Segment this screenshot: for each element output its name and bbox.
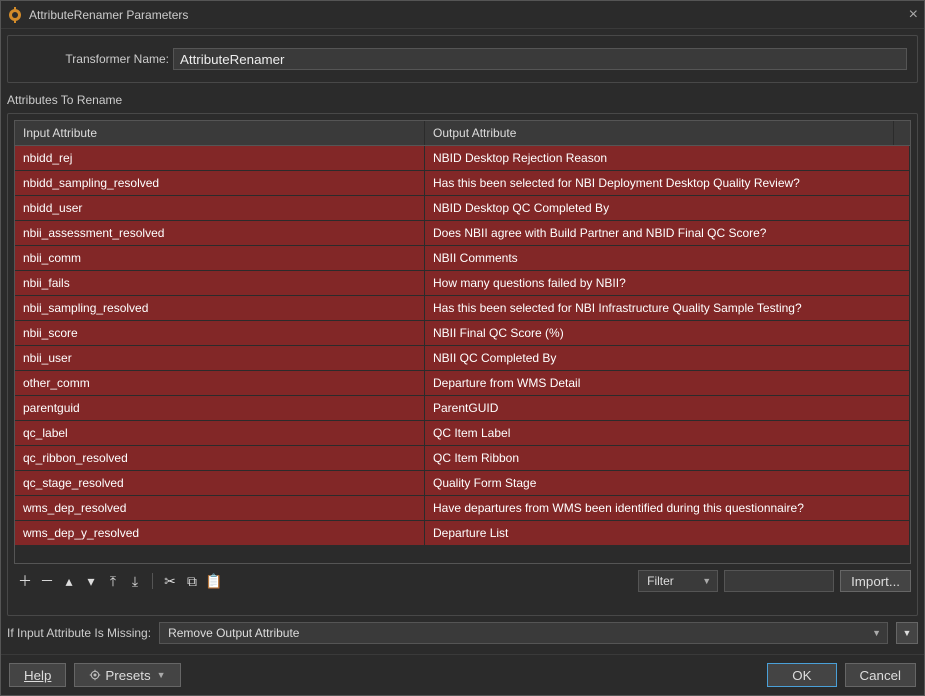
chevron-down-icon: ▼ xyxy=(157,670,166,680)
header-output-attribute[interactable]: Output Attribute xyxy=(425,121,894,145)
cell-output-attribute[interactable]: NBII QC Completed By xyxy=(425,346,910,370)
paste-button[interactable]: 📋 xyxy=(203,570,225,592)
move-bottom-button[interactable]: ⤓ xyxy=(124,570,146,592)
cut-button[interactable]: ✂ xyxy=(159,570,181,592)
table-row[interactable]: qc_ribbon_resolvedQC Item Ribbon xyxy=(15,446,910,471)
table-row[interactable]: nbii_failsHow many questions failed by N… xyxy=(15,271,910,296)
table-row[interactable]: nbii_assessment_resolvedDoes NBII agree … xyxy=(15,221,910,246)
cell-output-attribute[interactable]: Has this been selected for NBI Deploymen… xyxy=(425,171,910,195)
table-row[interactable]: nbii_userNBII QC Completed By xyxy=(15,346,910,371)
attributes-table-wrap: Input Attribute Output Attribute nbidd_r… xyxy=(7,113,918,616)
filter-dropdown[interactable]: Filter ▼ xyxy=(638,570,718,592)
table-row[interactable]: nbii_sampling_resolvedHas this been sele… xyxy=(15,296,910,321)
cell-input-attribute[interactable] xyxy=(15,546,425,556)
filter-label: Filter xyxy=(647,574,674,588)
cell-input-attribute[interactable]: nbii_score xyxy=(15,321,425,345)
transformer-name-input[interactable] xyxy=(173,48,907,70)
dialog-window: AttributeRenamer Parameters × Transforme… xyxy=(0,0,925,696)
table-row[interactable]: wms_dep_resolvedHave departures from WMS… xyxy=(15,496,910,521)
table-row[interactable]: qc_stage_resolvedQuality Form Stage xyxy=(15,471,910,496)
table-header: Input Attribute Output Attribute xyxy=(14,120,911,145)
ok-button[interactable]: OK xyxy=(767,663,836,687)
cell-output-attribute[interactable]: NBII Final QC Score (%) xyxy=(425,321,910,345)
missing-options-button[interactable]: ▼ xyxy=(896,622,918,644)
titlebar: AttributeRenamer Parameters × xyxy=(1,1,924,29)
help-button[interactable]: Help xyxy=(9,663,66,687)
cell-output-attribute[interactable]: Has this been selected for NBI Infrastru… xyxy=(425,296,910,320)
cell-output-attribute[interactable]: How many questions failed by NBII? xyxy=(425,271,910,295)
cell-input-attribute[interactable]: nbii_assessment_resolved xyxy=(15,221,425,245)
missing-attribute-row: If Input Attribute Is Missing: Remove Ou… xyxy=(7,616,918,654)
attributes-section-label: Attributes To Rename xyxy=(7,93,918,107)
cell-input-attribute[interactable]: nbii_comm xyxy=(15,246,425,270)
cell-output-attribute[interactable]: Departure List xyxy=(425,521,910,545)
cell-input-attribute[interactable]: wms_dep_resolved xyxy=(15,496,425,520)
cell-output-attribute[interactable]: QC Item Label xyxy=(425,421,910,445)
cell-output-attribute[interactable]: NBII Comments xyxy=(425,246,910,270)
cell-output-attribute[interactable]: Does NBII agree with Build Partner and N… xyxy=(425,221,910,245)
close-icon[interactable]: × xyxy=(894,7,918,23)
gear-icon xyxy=(89,669,101,681)
table-row-empty[interactable] xyxy=(15,546,910,557)
app-icon xyxy=(7,7,23,23)
cell-output-attribute[interactable]: NBID Desktop Rejection Reason xyxy=(425,146,910,170)
cell-output-attribute[interactable]: Quality Form Stage xyxy=(425,471,910,495)
table-row[interactable]: nbii_scoreNBII Final QC Score (%) xyxy=(15,321,910,346)
cell-output-attribute[interactable]: QC Item Ribbon xyxy=(425,446,910,470)
dialog-footer: Help Presets ▼ OK Cancel xyxy=(1,654,924,695)
table-row[interactable]: nbidd_rejNBID Desktop Rejection Reason xyxy=(15,146,910,171)
cell-input-attribute[interactable]: qc_stage_resolved xyxy=(15,471,425,495)
cell-input-attribute[interactable]: qc_label xyxy=(15,421,425,445)
table-row[interactable]: wms_dep_y_resolvedDeparture List xyxy=(15,521,910,546)
cell-input-attribute[interactable]: wms_dep_y_resolved xyxy=(15,521,425,545)
transformer-name-label: Transformer Name: xyxy=(18,52,173,66)
move-top-button[interactable]: ⤒ xyxy=(102,570,124,592)
cell-output-attribute[interactable]: ParentGUID xyxy=(425,396,910,420)
table-row[interactable]: other_commDeparture from WMS Detail xyxy=(15,371,910,396)
cell-input-attribute[interactable]: other_comm xyxy=(15,371,425,395)
add-row-button[interactable]: ＋ xyxy=(14,570,36,592)
cell-input-attribute[interactable]: nbii_user xyxy=(15,346,425,370)
table-row[interactable]: nbidd_userNBID Desktop QC Completed By xyxy=(15,196,910,221)
copy-button[interactable]: ⧉ xyxy=(181,570,203,592)
table-row[interactable]: nbii_commNBII Comments xyxy=(15,246,910,271)
cell-output-attribute[interactable] xyxy=(425,546,910,556)
filter-input[interactable] xyxy=(724,570,834,592)
transformer-name-row: Transformer Name: xyxy=(7,35,918,83)
cell-input-attribute[interactable]: nbidd_user xyxy=(15,196,425,220)
cell-input-attribute[interactable]: parentguid xyxy=(15,396,425,420)
missing-label: If Input Attribute Is Missing: xyxy=(7,626,151,640)
missing-value: Remove Output Attribute xyxy=(168,626,299,640)
cell-output-attribute[interactable]: Departure from WMS Detail xyxy=(425,371,910,395)
table-row[interactable]: qc_labelQC Item Label xyxy=(15,421,910,446)
import-button[interactable]: Import... xyxy=(840,570,911,592)
cell-input-attribute[interactable]: nbidd_sampling_resolved xyxy=(15,171,425,195)
header-input-attribute[interactable]: Input Attribute xyxy=(15,121,425,145)
chevron-down-icon: ▼ xyxy=(872,628,881,638)
move-up-button[interactable]: ▴ xyxy=(58,570,80,592)
table-toolbar: ＋ － ▴ ▾ ⤒ ⤓ ✂ ⧉ 📋 Filter ▼ Import... xyxy=(14,564,911,598)
cancel-button[interactable]: Cancel xyxy=(845,663,917,687)
cell-input-attribute[interactable]: nbidd_rej xyxy=(15,146,425,170)
remove-row-button[interactable]: － xyxy=(36,570,58,592)
table-body[interactable]: nbidd_rejNBID Desktop Rejection Reasonnb… xyxy=(14,145,911,564)
cell-output-attribute[interactable]: NBID Desktop QC Completed By xyxy=(425,196,910,220)
window-title: AttributeRenamer Parameters xyxy=(29,8,894,22)
move-down-button[interactable]: ▾ xyxy=(80,570,102,592)
scroll-corner xyxy=(894,121,910,145)
table-row[interactable]: parentguidParentGUID xyxy=(15,396,910,421)
presets-button[interactable]: Presets ▼ xyxy=(74,663,180,687)
cell-input-attribute[interactable]: nbii_fails xyxy=(15,271,425,295)
cell-input-attribute[interactable]: qc_ribbon_resolved xyxy=(15,446,425,470)
toolbar-separator xyxy=(152,573,153,589)
cell-output-attribute[interactable]: Have departures from WMS been identified… xyxy=(425,496,910,520)
table-row[interactable]: nbidd_sampling_resolvedHas this been sel… xyxy=(15,171,910,196)
missing-dropdown[interactable]: Remove Output Attribute ▼ xyxy=(159,622,888,644)
cell-input-attribute[interactable]: nbii_sampling_resolved xyxy=(15,296,425,320)
content-area: Transformer Name: Attributes To Rename I… xyxy=(1,29,924,654)
chevron-down-icon: ▼ xyxy=(702,576,711,586)
